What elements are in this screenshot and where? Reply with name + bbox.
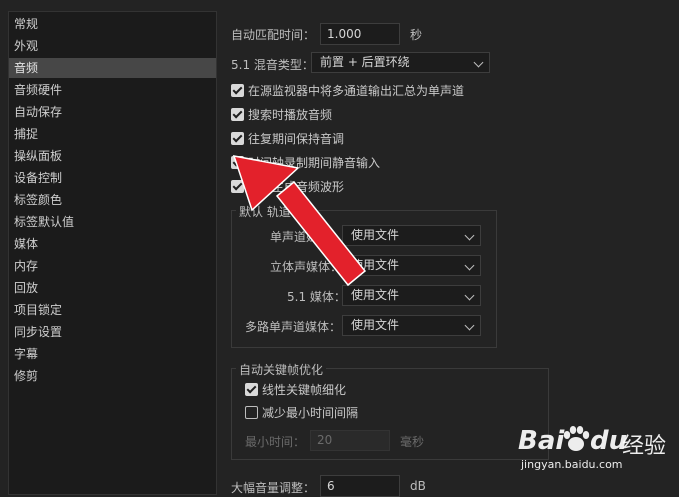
baidu-jingyan-logo: Bai du 经验 jingyan.baidu.com — [518, 424, 676, 471]
red-arrow-annotation — [232, 155, 367, 287]
paw-icon — [561, 424, 591, 454]
watermark-brand: Bai — [518, 426, 565, 456]
watermark-jingyan: 经验 — [622, 434, 667, 459]
watermark-url: jingyan.baidu.com — [521, 458, 623, 471]
arrow-shaft — [275, 180, 367, 287]
